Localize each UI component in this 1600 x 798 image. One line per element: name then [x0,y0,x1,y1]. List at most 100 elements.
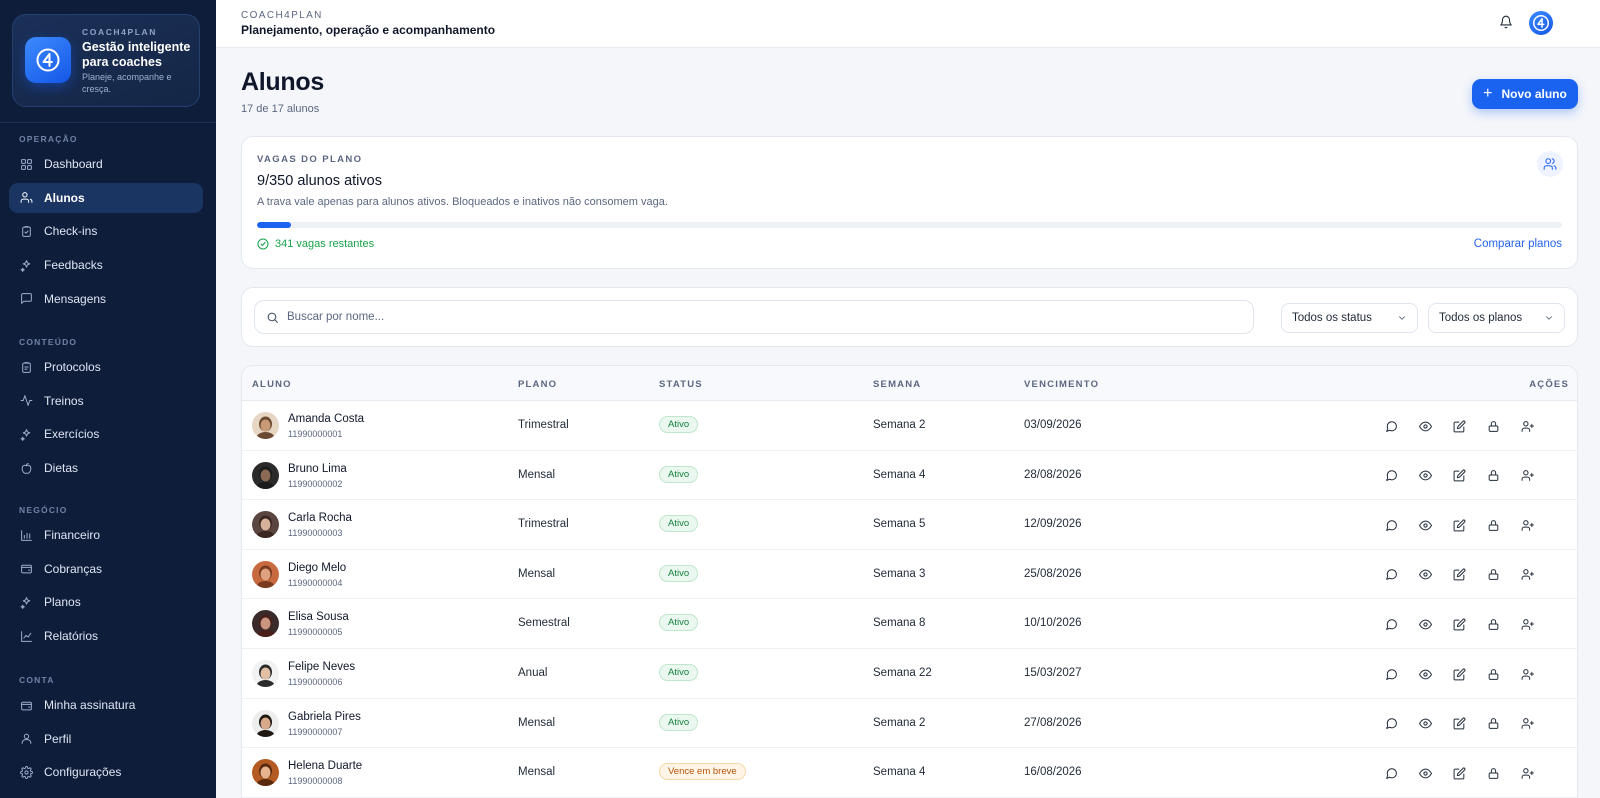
block-button[interactable] [1484,615,1502,633]
message-button[interactable] [1382,417,1400,435]
sidebar-item-label: Feedbacks [44,258,103,273]
avatar [252,461,279,489]
student-name[interactable]: Felipe Neves [288,661,355,673]
sidebar-item-4-0[interactable]: Mensagens [9,284,203,314]
student-name[interactable]: Diego Melo [288,562,346,574]
plan-active-count: 9/350 alunos ativos [257,173,382,189]
sidebar-item-1-1[interactable]: Treinos [9,386,203,416]
student-name[interactable]: Gabriela Pires [288,711,361,723]
block-button[interactable] [1484,566,1502,584]
topbar-title: Planejamento, operação e acompanhamento [241,23,496,37]
edit-button[interactable] [1450,467,1468,485]
view-button[interactable] [1416,665,1434,683]
reassign-button[interactable] [1518,566,1536,584]
reassign-button[interactable] [1518,764,1536,782]
block-button[interactable] [1484,665,1502,683]
table-row[interactable]: Diego Melo 11990000004 Mensal Ativo Semana 3… [242,550,1577,600]
sidebar-item-0-3[interactable]: Minha assinatura [9,690,203,720]
sidebar-item-2-0[interactable]: Check-ins [9,216,203,246]
plan-filter-value: Todos os planos [1439,312,1523,324]
message-button[interactable] [1382,566,1400,584]
table-row[interactable]: Helena Duarte 11990000008 Mensal Vence em b… [242,748,1577,798]
lock-icon [1487,420,1500,433]
block-button[interactable] [1484,715,1502,733]
reassign-button[interactable] [1518,615,1536,633]
edit-icon [1453,717,1466,730]
sidebar-item-2-2[interactable]: Planos [9,587,203,617]
sidebar-item-3-0[interactable]: Feedbacks [9,250,203,280]
new-student-button[interactable]: + Novo aluno [1472,79,1578,109]
edit-button[interactable] [1450,566,1468,584]
users-icon [19,191,33,205]
edit-button[interactable] [1450,764,1468,782]
sidebar-item-1-2[interactable]: Cobranças [9,554,203,584]
block-button[interactable] [1484,516,1502,534]
block-button[interactable] [1484,467,1502,485]
sidebar-item-1-3[interactable]: Perfil [9,724,203,754]
block-button[interactable] [1484,417,1502,435]
edit-button[interactable] [1450,516,1468,534]
sidebar-item-2-3[interactable]: Configurações [9,757,203,787]
student-plan: Mensal [518,468,556,481]
plan-note: A trava vale apenas para alunos ativos. … [257,196,668,208]
edit-button[interactable] [1450,615,1468,633]
view-button[interactable] [1416,566,1434,584]
message-button[interactable] [1382,665,1400,683]
reassign-button[interactable] [1518,665,1536,683]
gear-icon [19,765,33,779]
view-button[interactable] [1416,417,1434,435]
search-box[interactable] [254,300,1254,334]
view-button[interactable] [1416,516,1434,534]
table-row[interactable]: Felipe Neves 11990000006 Anual Ativo Semana … [242,649,1577,699]
plan-filter-select[interactable]: Todos os planos [1428,303,1565,333]
table-row[interactable]: Elisa Sousa 11990000005 Semestral Ativo Sema… [242,599,1577,649]
view-button[interactable] [1416,615,1434,633]
view-button[interactable] [1416,764,1434,782]
student-name[interactable]: Bruno Lima [288,463,347,475]
lock-icon [1487,668,1500,681]
message-button[interactable] [1382,467,1400,485]
table-row[interactable]: Carla Rocha 11990000003 Trimestral Ativo Sem… [242,500,1577,550]
sidebar-item-1-0[interactable]: Alunos [9,182,203,213]
student-name[interactable]: Helena Duarte [288,760,362,772]
block-button[interactable] [1484,764,1502,782]
table-row[interactable]: Amanda Costa 11990000001 Trimestral Ativo Se… [242,401,1577,451]
avatar [252,610,279,638]
sidebar-item-0-0[interactable]: Dashboard [9,149,203,179]
table-row[interactable]: Gabriela Pires 11990000007 Mensal Ativo Sema… [242,699,1577,749]
user-avatar[interactable] [1529,11,1553,35]
view-button[interactable] [1416,715,1434,733]
edit-icon [1453,469,1466,482]
view-button[interactable] [1416,467,1434,485]
student-name[interactable]: Carla Rocha [288,512,352,524]
student-name[interactable]: Elisa Sousa [288,611,349,623]
wallet-icon [19,698,33,712]
reassign-button[interactable] [1518,467,1536,485]
sidebar-item-3-2[interactable]: Relatórios [9,621,203,651]
student-name[interactable]: Amanda Costa [288,413,364,425]
avatar [252,560,279,588]
sidebar-item-0-1[interactable]: Protocolos [9,352,203,382]
reassign-button[interactable] [1518,715,1536,733]
status-filter-select[interactable]: Todos os status [1281,303,1418,333]
reassign-button[interactable] [1518,417,1536,435]
edit-button[interactable] [1450,715,1468,733]
sidebar-item-0-2[interactable]: Financeiro [9,520,203,550]
edit-button[interactable] [1450,417,1468,435]
reassign-button[interactable] [1518,516,1536,534]
compare-plans-link[interactable]: Comparar planos [1474,238,1562,250]
search-input[interactable] [287,311,1187,323]
bell-icon[interactable] [1499,15,1515,31]
sidebar-item-3-1[interactable]: Dietas [9,453,203,483]
table-row[interactable]: Bruno Lima 11990000002 Mensal Ativo Semana 4… [242,451,1577,501]
message-button[interactable] [1382,715,1400,733]
edit-button[interactable] [1450,665,1468,683]
message-button[interactable] [1382,615,1400,633]
sidebar-item-2-1[interactable]: Exercícios [9,419,203,449]
sidebar-item-label: Perfil [44,731,72,746]
eye-icon [1418,469,1432,482]
student-week: Semana 4 [873,766,926,779]
message-button[interactable] [1382,516,1400,534]
message-button[interactable] [1382,764,1400,782]
student-week: Semana 4 [873,468,926,481]
